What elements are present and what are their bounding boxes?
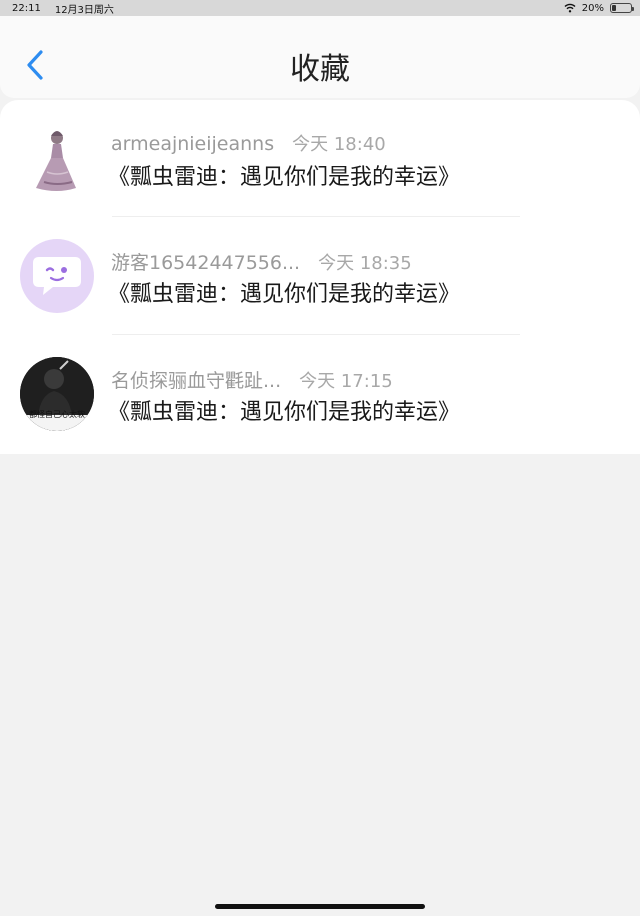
battery-level (612, 5, 616, 11)
item-meta: armeajnieijeanns 今天 18:40 (111, 130, 386, 156)
favorites-list: armeajnieijeanns 今天 18:40 《瓢虫雷迪：遇见你们是我的幸… (0, 100, 640, 454)
username: 游客16542447556... (111, 252, 301, 274)
home-indicator[interactable] (215, 904, 425, 909)
item-meta: 游客16542447556... 今天 18:35 (111, 248, 412, 275)
nav-bar: 收藏 (0, 16, 640, 98)
username: armeajnieijeanns (111, 133, 275, 155)
princess-avatar-icon (20, 124, 94, 198)
item-title: 《瓢虫雷迪：遇见你们是我的幸运》 (108, 282, 461, 307)
status-date: 12月3日周六 (54, 4, 114, 16)
avatar: 都怪自己心太软 (20, 357, 94, 431)
list-item[interactable]: armeajnieijeanns 今天 18:40 《瓢虫雷迪：遇见你们是我的幸… (0, 100, 640, 217)
chat-bubble-icon (33, 257, 81, 295)
item-title: 《瓢虫雷迪：遇见你们是我的幸运》 (108, 165, 461, 190)
avatar (20, 124, 94, 198)
avatar (20, 239, 94, 313)
status-bar: 22:11 12月3日周六 20% (0, 0, 640, 16)
battery-percent: 20% (581, 2, 604, 14)
timestamp: 今天 18:35 (318, 253, 412, 274)
item-title: 《瓢虫雷迪：遇见你们是我的幸运》 (108, 400, 461, 425)
list-item[interactable]: 游客16542447556... 今天 18:35 《瓢虫雷迪：遇见你们是我的幸… (0, 217, 640, 335)
status-time: 22:11 (12, 2, 41, 14)
battery-icon (610, 3, 634, 13)
timestamp: 今天 17:15 (299, 371, 393, 392)
wifi-icon (564, 3, 576, 13)
timestamp: 今天 18:40 (292, 134, 386, 155)
list-item[interactable]: 都怪自己心太软 名侦探骊血守氍趾... 今天 17:15 《瓢虫雷迪：遇见你们是… (0, 335, 640, 453)
page-title: 收藏 (290, 52, 350, 87)
avatar-caption: 都怪自己心太软 (29, 410, 85, 419)
item-meta: 名侦探骊血守氍趾... 今天 17:15 (111, 366, 393, 393)
username: 名侦探骊血守氍趾... (111, 370, 282, 392)
